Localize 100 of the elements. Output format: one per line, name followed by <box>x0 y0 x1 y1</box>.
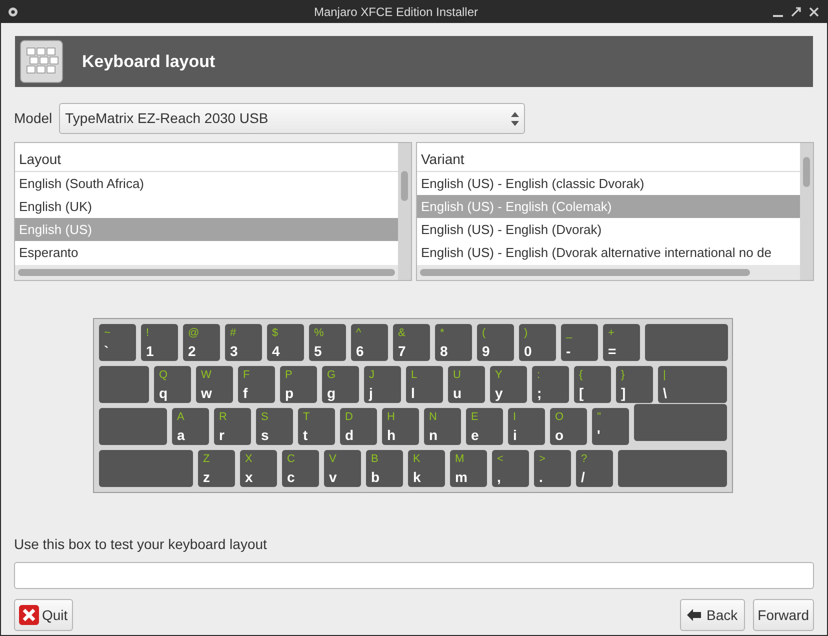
list-item[interactable]: English (US) - English (Dvorak) <box>417 218 800 241</box>
key-shifted-label: X <box>245 452 252 467</box>
key-shifted-label: W <box>201 368 212 383</box>
key-label: x <box>245 470 253 484</box>
key-shifted-label: ~ <box>104 326 110 341</box>
keyboard-icon <box>20 40 63 83</box>
key-shifted-label: ? <box>581 452 588 467</box>
key-label: u <box>453 386 462 400</box>
key-label: l <box>411 386 415 400</box>
key-label: c <box>287 470 295 484</box>
horizontal-scrollbar[interactable] <box>18 269 395 276</box>
vertical-scrollbar[interactable] <box>401 171 408 201</box>
key-shifted-label: > <box>539 452 546 467</box>
key-label: ' <box>597 428 600 442</box>
key-shifted-label: _ <box>566 326 572 341</box>
list-item[interactable]: English (US) - English (Dvorak alternative international no de <box>417 241 800 264</box>
key-shifted-label: G <box>327 368 336 383</box>
key-shifted-label: T <box>303 410 310 425</box>
key-label: i <box>513 428 517 442</box>
key-shifted-label: K <box>413 452 420 467</box>
key-label: w <box>201 386 212 400</box>
keyboard-key <box>99 366 149 403</box>
key-shifted-label: D <box>345 410 353 425</box>
back-button[interactable]: Back <box>680 599 745 631</box>
key-shifted-label: C <box>287 452 295 467</box>
key-label: y <box>495 386 503 400</box>
key-label: [ <box>579 386 584 400</box>
list-item[interactable]: English (UK) <box>15 195 398 218</box>
key-shifted-label: ^ <box>356 326 362 341</box>
column-header[interactable]: Variant <box>417 143 800 172</box>
key-shifted-label: ( <box>482 326 486 341</box>
key-label: p <box>285 386 294 400</box>
key-label: e <box>471 428 479 442</box>
list-item[interactable]: Esperanto <box>15 241 398 264</box>
key-shifted-label: : <box>537 368 540 383</box>
key-shifted-label: + <box>608 326 614 341</box>
key-label: s <box>261 428 269 442</box>
key-label: 6 <box>356 344 364 358</box>
key-shifted-label: { <box>579 368 583 383</box>
key-shifted-label: Q <box>159 368 168 383</box>
key-label: 8 <box>440 344 448 358</box>
key-shifted-label: U <box>453 368 461 383</box>
key-label: 7 <box>398 344 406 358</box>
key-label: d <box>345 428 354 442</box>
key-label: n <box>429 428 438 442</box>
key-shifted-label: L <box>411 368 418 383</box>
key-label: 4 <box>272 344 280 358</box>
window-title: Manjaro XFCE Edition Installer <box>314 5 478 19</box>
key-label: v <box>329 470 337 484</box>
key-label: = <box>608 344 616 358</box>
key-shifted-label: O <box>555 410 564 425</box>
key-label: 3 <box>230 344 238 358</box>
quit-button[interactable]: Quit <box>14 599 73 631</box>
key-label: 5 <box>314 344 322 358</box>
key-label: g <box>327 386 336 400</box>
close-icon <box>19 605 39 625</box>
keyboard-key <box>99 408 167 445</box>
key-label: m <box>455 470 468 484</box>
key-shifted-label: ! <box>146 326 150 341</box>
key-label: - <box>566 344 571 358</box>
list-item[interactable]: English (South Africa) <box>15 172 398 195</box>
maximize-icon[interactable] <box>791 7 801 17</box>
key-label: j <box>369 386 373 400</box>
key-label: 1 <box>146 344 154 358</box>
key-label: 2 <box>188 344 196 358</box>
column-header[interactable]: Layout <box>15 143 398 172</box>
key-label: , <box>497 470 501 484</box>
key-shifted-label: Y <box>495 368 502 383</box>
close-icon[interactable] <box>809 7 819 17</box>
key-label: 9 <box>482 344 490 358</box>
list-item[interactable]: English (US) - English (classic Dvorak) <box>417 172 800 195</box>
key-shifted-label: P <box>285 368 292 383</box>
key-label: 0 <box>524 344 532 358</box>
test-input-field[interactable] <box>14 562 814 589</box>
key-shifted-label: M <box>455 452 464 467</box>
key-shifted-label: } <box>621 368 625 383</box>
key-label: a <box>177 428 185 442</box>
key-label: ` <box>104 344 109 358</box>
key-shifted-label: S <box>261 410 268 425</box>
key-label: / <box>581 470 585 484</box>
page-title: Keyboard layout <box>82 50 216 73</box>
vertical-scrollbar[interactable] <box>803 157 810 187</box>
key-label: t <box>303 428 308 442</box>
key-label: o <box>555 428 564 442</box>
gear-icon[interactable] <box>7 6 19 18</box>
model-dropdown[interactable]: TypeMatrix EZ-Reach 2030 USB <box>59 103 526 134</box>
key-label: \ <box>663 386 667 400</box>
key-shifted-label: F <box>243 368 250 383</box>
key-shifted-label: Z <box>203 452 210 467</box>
forward-button[interactable]: Forward <box>752 599 814 631</box>
key-shifted-label: " <box>597 410 601 425</box>
key-label: h <box>387 428 396 442</box>
key-shifted-label: < <box>497 452 504 467</box>
key-shifted-label: # <box>230 326 236 341</box>
key-label: f <box>243 386 248 400</box>
key-shifted-label: $ <box>272 326 278 341</box>
key-shifted-label: J <box>369 368 374 383</box>
key-label: k <box>413 470 421 484</box>
key-shifted-label: B <box>371 452 378 467</box>
horizontal-scrollbar[interactable] <box>420 269 750 276</box>
